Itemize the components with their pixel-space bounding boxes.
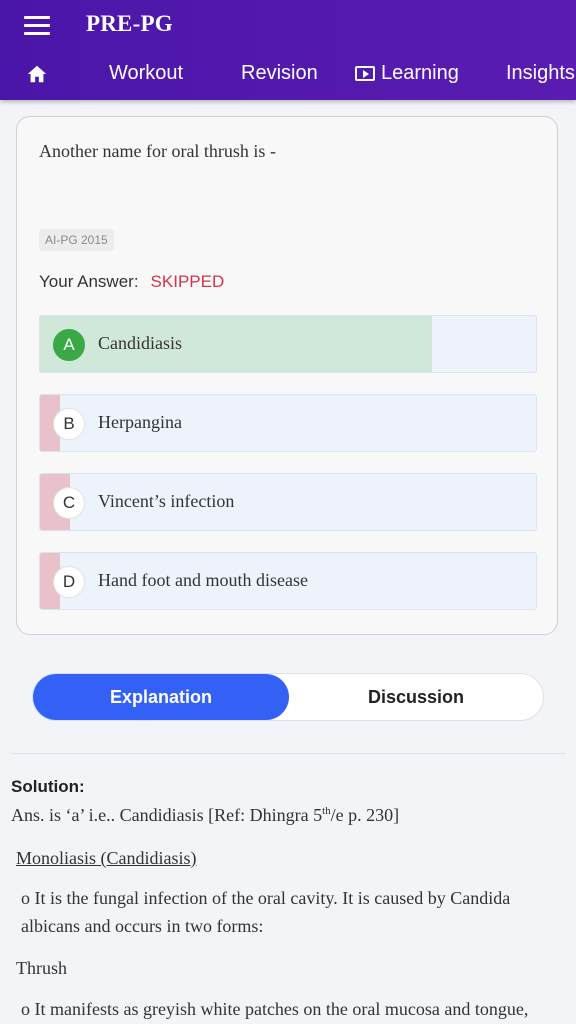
tab-discussion[interactable]: Discussion — [289, 674, 543, 720]
option-d-letter: D — [53, 566, 85, 598]
hamburger-menu-icon[interactable] — [24, 16, 50, 36]
option-a-letter: A — [53, 329, 85, 361]
nav-item-revision[interactable]: Revision — [241, 62, 318, 85]
option-b-text: Herpangina — [98, 412, 182, 432]
divider — [11, 753, 566, 754]
solution-answer: Ans. is ‘a’ i.e.. Candidiasis [Ref: Dhin… — [11, 805, 399, 826]
solution-thrush: Thrush — [16, 958, 67, 978]
question-text: Another name for oral thrush is - — [39, 141, 276, 161]
nav-item-learning[interactable]: Learning — [355, 62, 459, 85]
option-d-text: Hand foot and mouth disease — [98, 570, 308, 590]
app-title: PRE-PG — [86, 11, 173, 36]
solution-heading: Solution: — [11, 777, 85, 796]
solution-answer-sup: th — [322, 805, 331, 817]
play-screen-icon — [355, 66, 375, 81]
option-c-text: Vincent’s infection — [98, 491, 235, 511]
home-icon[interactable] — [26, 63, 48, 85]
option-b[interactable]: B Herpangina — [39, 394, 537, 452]
question-card: Another name for oral thrush is - AI-PG … — [16, 116, 558, 635]
nav-item-insights[interactable]: Insights — [506, 62, 575, 85]
option-a-text: Candidiasis — [98, 333, 182, 353]
app-header: PRE-PG Workout Revision Learning Insight… — [0, 0, 576, 100]
solution-answer-prefix: Ans. is ‘a’ i.e.. Candidiasis [Ref: Dhin… — [11, 805, 323, 825]
explanation-tabs: Explanation Discussion — [32, 673, 544, 721]
solution-answer-suffix: /e p. 230] — [330, 805, 400, 825]
option-a[interactable]: A Candidiasis — [39, 315, 537, 373]
option-c[interactable]: C Vincent’s infection — [39, 473, 537, 531]
solution-subheading: Monoliasis (Candidiasis) — [16, 848, 197, 868]
exam-tag: AI-PG 2015 — [39, 229, 114, 251]
answer-status: SKIPPED — [150, 272, 225, 291]
tab-explanation[interactable]: Explanation — [33, 674, 289, 720]
option-b-letter: B — [53, 408, 85, 440]
option-d[interactable]: D Hand foot and mouth disease — [39, 552, 537, 610]
your-answer-label: Your Answer: — [39, 272, 139, 291]
solution-paragraph-2: o It manifests as greyish white patches … — [21, 999, 529, 1019]
solution-paragraph-1: o It is the fungal infection of the oral… — [21, 888, 511, 936]
option-c-letter: C — [53, 487, 85, 519]
nav-item-workout[interactable]: Workout — [109, 62, 183, 85]
top-nav: Workout Revision Learning Insights — [0, 56, 576, 96]
nav-item-learning-label: Learning — [381, 62, 459, 84]
your-answer: Your Answer: SKIPPED — [39, 272, 224, 292]
